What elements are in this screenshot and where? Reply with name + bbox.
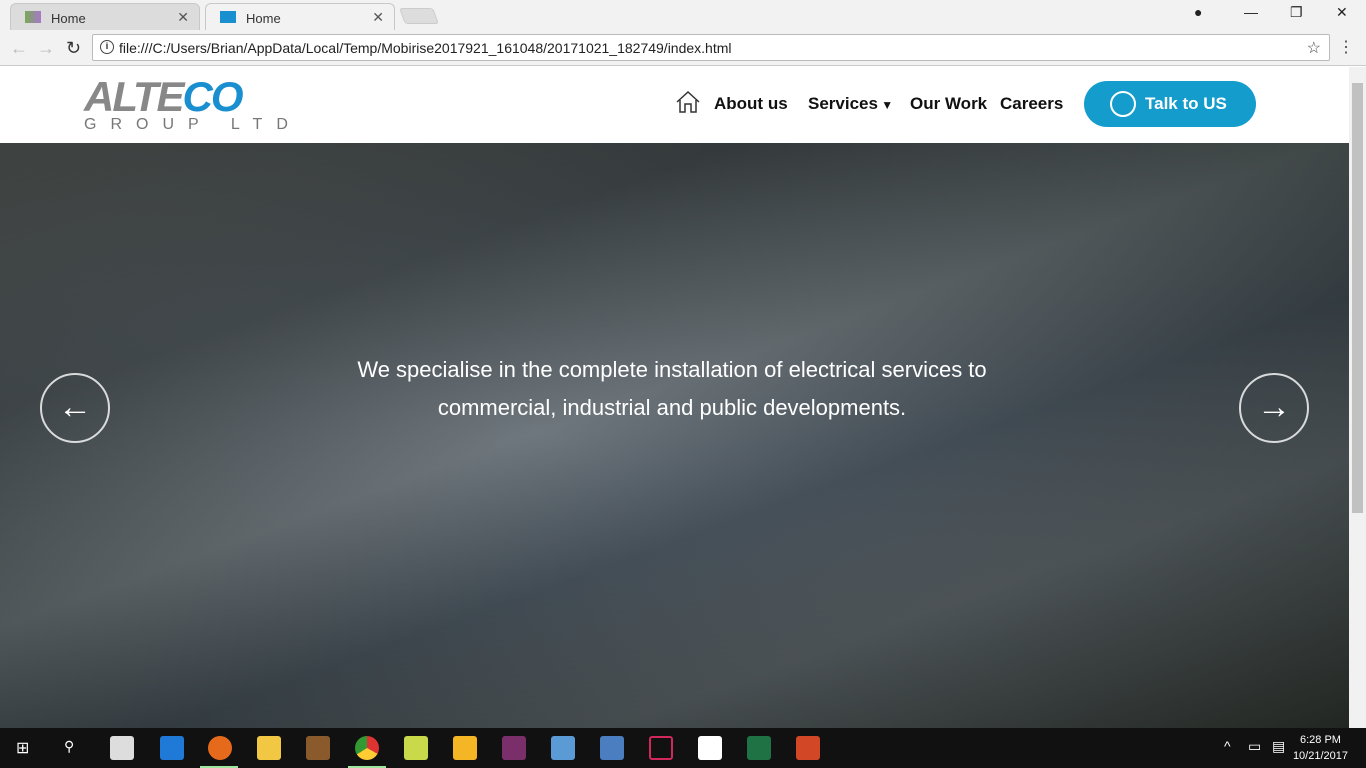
nav-our-work[interactable]: Our Work [910,94,987,114]
clock-date: 10/21/2017 [1292,750,1348,762]
hero-slider: We specialise in the complete installati… [0,143,1349,728]
profile-icon[interactable]: ● [1194,4,1202,20]
browser-tab[interactable]: Home ✕ [10,3,200,30]
talk-to-us-label: Talk to US [1145,94,1227,113]
photos-icon[interactable] [698,736,722,760]
browser-menu-icon[interactable]: ⋮ [1338,37,1354,57]
caret-down-icon: ▼ [877,98,894,112]
store-icon[interactable] [110,736,134,760]
reload-button[interactable]: ↻ [66,38,81,59]
back-button[interactable]: ← [10,38,28,59]
tab-favicon-icon [25,11,41,23]
slider-prev-button[interactable]: ← [40,373,110,443]
chrome-icon[interactable] [355,736,379,760]
pdf-app-icon[interactable] [600,736,624,760]
hero-image-overlay [0,143,1349,728]
logo-text: ALTE [84,73,185,120]
paint-icon[interactable] [551,736,575,760]
nav-services[interactable]: Services ▼ [808,94,893,114]
file-explorer-icon[interactable] [257,736,281,760]
nav-about-us[interactable]: About us [714,94,788,114]
bookmark-star-icon[interactable]: ☆ [1307,38,1321,58]
forward-button[interactable]: → [37,38,55,59]
url-text: file:///C:/Users/Brian/AppData/Local/Tem… [119,40,732,56]
search-icon[interactable]: ⚲ [64,738,74,755]
notifications-icon[interactable]: ▤ [1272,738,1285,755]
edge-icon[interactable] [160,736,184,760]
arrow-right-icon: → [1257,388,1291,426]
home-icon[interactable] [675,90,701,114]
nav-services-label: Services [808,94,878,113]
slider-next-button[interactable]: → [1239,373,1309,443]
page-scrollbar[interactable] [1349,67,1366,728]
winrar-icon[interactable] [502,736,526,760]
close-window-button[interactable]: ✕ [1336,4,1348,21]
nav-careers[interactable]: Careers [1000,94,1063,114]
tray-chevron-icon[interactable]: ^ [1224,738,1231,754]
tab-favicon-icon [220,11,236,23]
app-icon[interactable] [306,736,330,760]
logo-text-accent: CO [182,73,244,120]
outlook-icon[interactable] [453,736,477,760]
tab-title: Home [51,11,86,26]
browser-tab-active[interactable]: Home ✕ [205,3,395,30]
talk-to-us-button[interactable]: Talk to US [1084,81,1256,127]
close-tab-icon[interactable]: ✕ [177,9,189,26]
url-input[interactable]: i file:///C:/Users/Brian/AppData/Local/T… [92,34,1330,61]
power-icon[interactable]: ▭ [1248,738,1261,755]
powerpoint-icon[interactable] [796,736,820,760]
whatsapp-icon [1110,91,1136,117]
site-header: ALTECO GROUP LTD About us Services ▼ Our… [0,67,1349,143]
folder-app-icon[interactable] [404,736,428,760]
firefox-icon[interactable] [208,736,232,760]
restore-button[interactable]: ❐ [1290,4,1303,21]
hero-caption: We specialise in the complete installati… [357,357,987,420]
alteco-logo[interactable]: ALTECO GROUP LTD [84,76,302,133]
windows-taskbar: ⊞ ⚲ ^ ▭ ▤ 6:28 PM 10/21/2017 [0,728,1366,768]
address-bar-row: ← → ↻ i file:///C:/Users/Brian/AppData/L… [0,30,1366,66]
browser-tab-bar: Home ✕ Home ✕ ● — ❐ ✕ [0,0,1366,30]
start-windows-icon[interactable]: ⊞ [16,738,29,758]
excel-icon[interactable] [747,736,771,760]
clock-time: 6:28 PM [1299,734,1341,746]
info-icon[interactable]: i [100,40,114,54]
clock[interactable]: 6:28 PM 10/21/2017 [1293,732,1348,764]
phone-app-icon[interactable] [649,736,673,760]
close-tab-icon[interactable]: ✕ [372,9,384,26]
new-tab-button[interactable] [399,8,439,24]
arrow-left-icon: ← [58,388,92,426]
minimize-button[interactable]: — [1244,4,1258,20]
logo-subtitle: GROUP LTD [84,116,302,133]
tab-title: Home [246,11,281,26]
scrollbar-thumb[interactable] [1352,83,1363,513]
